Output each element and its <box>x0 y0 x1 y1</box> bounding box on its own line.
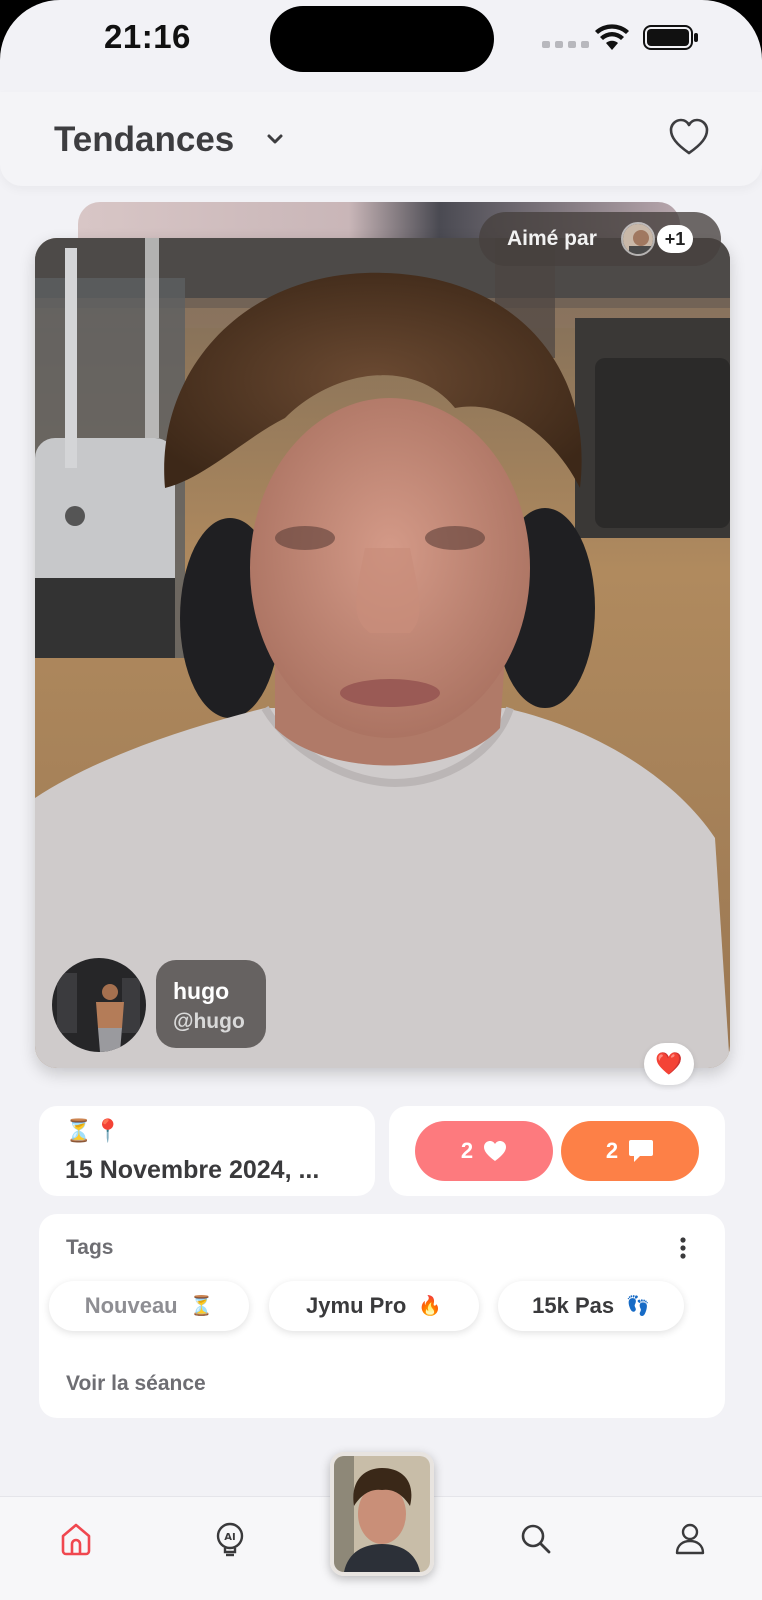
author-avatar[interactable] <box>52 958 146 1052</box>
tag-chip[interactable]: 15k Pas 👣 <box>498 1281 684 1331</box>
more-vertical-icon[interactable] <box>679 1236 687 1260</box>
comments-count: 2 <box>605 1138 619 1163</box>
footprints-icon: 👣 <box>626 1296 650 1317</box>
tag-label: 15k Pas <box>532 1293 615 1318</box>
profile-icon[interactable] <box>670 1519 710 1559</box>
heart-icon <box>484 1141 507 1161</box>
wifi-icon <box>595 24 629 50</box>
tag-chip[interactable]: Nouveau ⏳ <box>49 1281 249 1331</box>
status-time: 21:16 <box>104 18 191 55</box>
likes-count: 2 <box>460 1138 474 1163</box>
ai-bulb-icon[interactable]: AI <box>210 1519 250 1559</box>
red-heart-icon: ❤️ <box>655 1051 683 1076</box>
top-header: Tendances <box>0 92 762 186</box>
post-info-card: ⏳📍 15 Novembre 2024, ... <box>39 1106 375 1196</box>
app-screen: 21:16 Tendances Aimé par +1 hugo @hugo ❤… <box>0 0 762 1600</box>
tag-chip[interactable]: Jymu Pro 🔥 <box>269 1281 479 1331</box>
heart-outline-icon[interactable] <box>668 117 710 157</box>
home-icon[interactable] <box>56 1519 96 1559</box>
comment-icon <box>629 1140 654 1162</box>
svg-text:AI: AI <box>224 1532 235 1543</box>
hourglass-icon: ⏳ <box>189 1296 214 1317</box>
post-date: 15 Novembre 2024, ... <box>65 1156 320 1184</box>
post-photo[interactable] <box>35 238 730 1068</box>
tag-label: Jymu Pro <box>306 1293 407 1318</box>
chevron-down-icon[interactable] <box>266 132 284 146</box>
tag-label: Nouveau <box>84 1293 178 1318</box>
search-icon[interactable] <box>516 1519 556 1559</box>
liked-by-extra-count: +1 <box>657 225 693 253</box>
fire-icon: 🔥 <box>418 1296 442 1317</box>
post-stats-card: 2 2 <box>389 1106 725 1196</box>
author-handle: @hugo <box>173 1010 245 1033</box>
comments-button[interactable]: 2 <box>561 1121 699 1181</box>
view-session-link[interactable]: Voir la séance <box>66 1372 206 1396</box>
author-chip[interactable]: hugo @hugo <box>156 960 266 1048</box>
reaction-badge[interactable]: ❤️ <box>644 1043 694 1085</box>
feed-selector-title[interactable]: Tendances <box>54 120 234 160</box>
hourglass-pin-icons: ⏳📍 <box>65 1118 124 1143</box>
battery-icon <box>643 25 698 50</box>
likes-button[interactable]: 2 <box>415 1121 553 1181</box>
liked-by-pill[interactable]: Aimé par +1 <box>479 212 721 266</box>
dynamic-island <box>270 6 494 72</box>
author-name: hugo <box>173 978 230 1004</box>
tags-card: Tags Nouveau ⏳ Jymu Pro 🔥 15k Pas 👣 Voir… <box>39 1214 725 1418</box>
liked-by-label: Aimé par <box>507 227 597 250</box>
signal-icon <box>542 41 589 48</box>
tags-title: Tags <box>66 1236 114 1259</box>
camera-post-thumbnail[interactable] <box>330 1452 434 1576</box>
liker-avatar <box>621 222 655 256</box>
